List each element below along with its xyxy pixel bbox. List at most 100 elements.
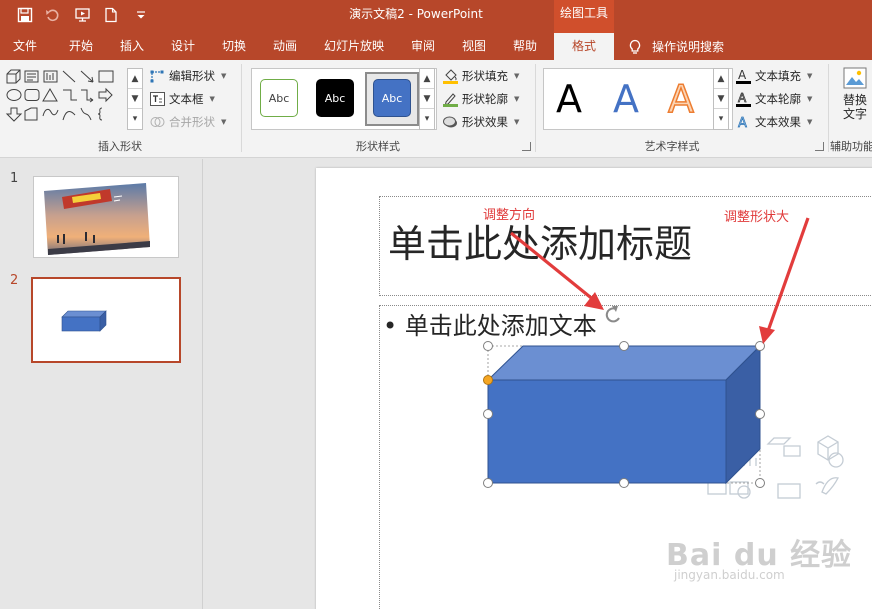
wordart-style-black[interactable]: A	[556, 73, 582, 125]
chevron-up-icon[interactable]: ▲	[420, 69, 434, 89]
chevron-down-icon[interactable]: ▼	[128, 89, 142, 109]
tab-format[interactable]: 格式	[554, 33, 614, 60]
chevron-down-icon[interactable]: ▼	[420, 89, 434, 109]
lightbulb-icon	[629, 39, 641, 54]
caret-down-icon: ▼	[221, 118, 227, 126]
shape-styles-gallery[interactable]: Abc Abc Abc	[251, 68, 437, 130]
drawing-tools-context-tab: 绘图工具	[554, 0, 614, 33]
text-outline-button[interactable]: A 文本轮廓 ▼	[736, 89, 812, 109]
baidu-watermark-url: jingyan.baidu.com	[674, 568, 785, 582]
tab-home[interactable]: 开始	[56, 33, 106, 60]
expand-gallery-icon[interactable]: ▾	[128, 109, 142, 129]
tab-review[interactable]: 审阅	[398, 33, 448, 60]
shape-effects-label: 形状效果	[462, 115, 508, 129]
edit-shape-button[interactable]: 编辑形状 ▼	[150, 66, 226, 86]
alt-text-label-line1: 替换	[842, 93, 867, 107]
annotation-adjust-size: 调整形状大	[724, 210, 790, 225]
chevron-up-icon[interactable]: ▲	[714, 69, 728, 89]
pencil-outline-icon	[443, 93, 458, 107]
slide-2-mini-box	[61, 310, 107, 332]
shape-effects-button[interactable]: 形状效果 ▼	[443, 112, 519, 132]
wordart-styles-scroll[interactable]: ▲ ▼ ▾	[713, 68, 729, 130]
shapes-gallery[interactable]	[5, 68, 125, 130]
tab-design[interactable]: 设计	[158, 33, 208, 60]
wordart-styles-gallery[interactable]: A A A	[543, 68, 733, 130]
text-box-button[interactable]: 文本框 ▼	[150, 89, 215, 109]
shapes-gallery-scroll[interactable]: ▲ ▼ ▾	[127, 68, 143, 130]
merge-shapes-label: 合并形状	[169, 115, 215, 129]
tab-transitions[interactable]: 切换	[209, 33, 259, 60]
wordart-style-orange-outline[interactable]: A	[667, 73, 695, 125]
shape-style-outline-green[interactable]: Abc	[260, 79, 298, 117]
paint-bucket-icon	[443, 69, 458, 84]
cube-front-face	[487, 379, 727, 484]
text-outline-icon: A	[736, 91, 751, 107]
shape-outline-button[interactable]: 形状轮廓 ▼	[443, 89, 519, 109]
alt-text-button[interactable]: 替换 文字	[838, 66, 872, 132]
caret-down-icon: ▼	[807, 72, 813, 80]
shape-styles-launcher-icon[interactable]	[522, 142, 531, 151]
shape-styles-scroll[interactable]: ▲ ▼ ▾	[419, 68, 435, 130]
tab-view[interactable]: 视图	[449, 33, 499, 60]
bullet-glyph: •	[383, 312, 398, 340]
tab-slide-show[interactable]: 幻灯片放映	[318, 33, 390, 60]
tell-me-search[interactable]: 操作说明搜索	[628, 33, 724, 60]
adjustment-handle	[483, 375, 493, 385]
icons-icon	[815, 477, 839, 495]
merge-shapes-icon	[150, 117, 165, 127]
text-box-label: 文本框	[169, 92, 204, 106]
cube-top-face	[486, 345, 762, 381]
alt-text-label-line2: 文字	[842, 107, 867, 121]
text-fill-button[interactable]: A 文本填充 ▼	[736, 66, 812, 86]
text-effects-button[interactable]: A 文本效果 ▼	[736, 112, 813, 132]
ribbon-format: ▲ ▼ ▾ 编辑形状 ▼ 文本框 ▼ 合并形状 ▼ 插入形状 Abc Abc Abc …	[0, 60, 872, 158]
shape-fill-button[interactable]: 形状填充 ▼	[443, 66, 519, 86]
wordart-styles-launcher-icon[interactable]	[815, 142, 824, 151]
expand-gallery-icon[interactable]: ▾	[420, 109, 434, 129]
resize-handle-middle-left	[483, 409, 493, 419]
3d-model-icon	[817, 435, 839, 461]
caret-down-icon: ▼	[514, 95, 520, 103]
shape-style-solid-black[interactable]: Abc	[316, 79, 354, 117]
text-outline-label: 文本轮廓	[755, 92, 801, 106]
annotation-adjust-direction: 调整方向	[483, 208, 536, 223]
expand-gallery-icon[interactable]: ▾	[714, 109, 728, 129]
caret-down-icon: ▼	[807, 95, 813, 103]
tab-animations[interactable]: 动画	[260, 33, 310, 60]
slide-number-2: 2	[10, 273, 19, 288]
title-placeholder-text[interactable]: 单击此处添加标题	[388, 219, 692, 269]
shape-outline-label: 形状轮廓	[462, 92, 508, 106]
title-bar: 演示文稿2 - PowerPoint 绘图工具	[0, 0, 872, 33]
edit-shape-label: 编辑形状	[169, 69, 215, 83]
slide-number-1: 1	[10, 171, 19, 186]
resize-handle-top-left	[483, 341, 493, 351]
wordart-style-blue[interactable]: A	[613, 73, 639, 125]
chevron-down-icon[interactable]: ▼	[714, 89, 728, 109]
group-separator	[241, 64, 242, 152]
wordart-styles-group-label: 艺术字样式	[644, 140, 700, 153]
shape-style-blue[interactable]: Abc	[373, 79, 411, 117]
caret-down-icon: ▼	[807, 118, 813, 126]
text-effects-icon: A	[738, 116, 748, 130]
resize-handle-middle-right	[755, 409, 765, 419]
slide-thumbnail-1[interactable]	[33, 176, 179, 258]
slide-thumbnail-2-selected[interactable]	[31, 277, 181, 363]
insert-shapes-group-label: 插入形状	[98, 140, 142, 153]
accessibility-group-label: 辅助功能	[830, 140, 872, 153]
resize-handle-top-right	[755, 341, 765, 351]
text-fill-label: 文本填充	[755, 69, 801, 83]
chevron-up-icon[interactable]: ▲	[128, 69, 142, 89]
edit-shape-icon	[150, 70, 164, 83]
tab-file[interactable]: 文件	[0, 33, 50, 60]
ribbon-tab-bar: 文件 开始 插入 设计 切换 动画 幻灯片放映 审阅 视图 帮助 格式 操作说明…	[0, 33, 872, 60]
resize-handle-bottom-middle	[619, 478, 629, 488]
cube-shape-selected[interactable]	[476, 306, 776, 516]
current-slide: 单击此处添加标题 • 单击此处添加文本 调整方向 调整形状大 Bai du 经验…	[316, 168, 872, 609]
tab-help[interactable]: 帮助	[500, 33, 550, 60]
slide-editing-area: 单击此处添加标题 • 单击此处添加文本 调整方向 调整形状大 Bai du 经验…	[204, 159, 872, 609]
title-placeholder[interactable]: 单击此处添加标题	[379, 196, 872, 296]
merge-shapes-button[interactable]: 合并形状 ▼	[150, 112, 226, 132]
slide-thumbnails-pane: 1 2	[0, 159, 203, 609]
shape-styles-group-label: 形状样式	[356, 140, 400, 153]
tab-insert[interactable]: 插入	[107, 33, 157, 60]
